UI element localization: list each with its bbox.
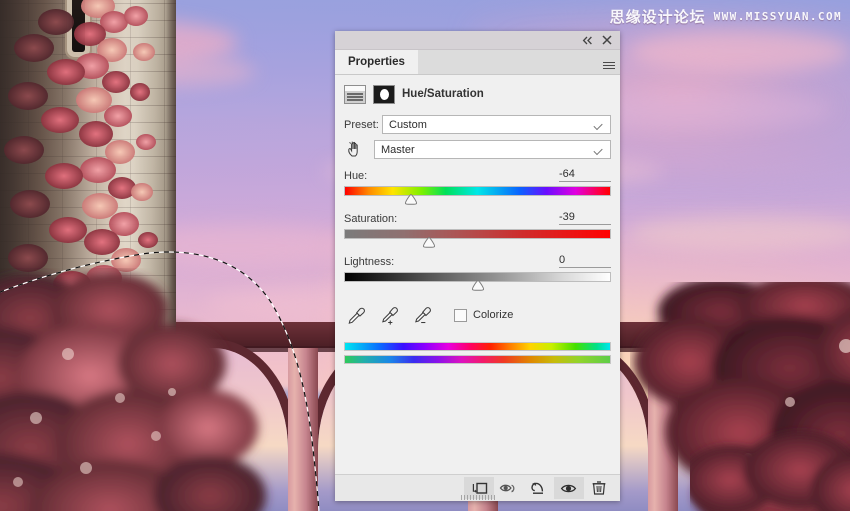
panel-body: Hue/Saturation Preset: Custom Master Hue… xyxy=(335,75,620,474)
tab-properties[interactable]: Properties xyxy=(335,50,418,74)
toggle-layer-visibility-icon[interactable] xyxy=(554,477,584,499)
red-foliage-tree-left xyxy=(0,272,266,511)
channel-value: Master xyxy=(381,143,415,156)
view-previous-state-icon[interactable] xyxy=(494,477,524,499)
eyedropper-icon[interactable] xyxy=(347,306,366,325)
collapse-icon[interactable] xyxy=(580,34,594,47)
panel-tabstrip: Properties xyxy=(335,50,620,75)
hue-slider-head: Hue: -64 xyxy=(344,168,611,182)
lightness-label: Lightness: xyxy=(344,256,395,268)
screenshot-root: 思缘设计论坛 WWW.MISSYUAN.COM Properties Hue/S… xyxy=(0,0,850,511)
lightness-slider-thumb[interactable] xyxy=(471,280,485,291)
saturation-track[interactable] xyxy=(344,229,611,239)
colorize-checkbox-row[interactable]: Colorize xyxy=(454,308,514,322)
channel-row: Master xyxy=(335,140,620,159)
adjustment-title: Hue/Saturation xyxy=(402,88,484,100)
layer-mask-thumbnail-icon[interactable] xyxy=(373,84,395,104)
watermark: 思缘设计论坛 WWW.MISSYUAN.COM xyxy=(610,6,842,27)
chevron-down-icon xyxy=(593,145,603,155)
channel-dropdown[interactable]: Master xyxy=(374,140,611,159)
on-image-adjust-hand-icon[interactable] xyxy=(344,141,374,158)
color-spectrum-bars xyxy=(335,342,620,364)
hue-slider-block: Hue: -64 xyxy=(335,168,620,205)
saturation-label: Saturation: xyxy=(344,213,398,225)
hue-track-wrap[interactable] xyxy=(344,185,611,205)
lightness-value-field[interactable]: 0 xyxy=(559,254,611,268)
preset-label: Preset: xyxy=(344,118,379,131)
preset-value: Custom xyxy=(389,118,427,131)
saturation-slider-thumb[interactable] xyxy=(422,237,436,248)
hue-track[interactable] xyxy=(344,186,611,196)
saturation-slider-head: Saturation: -39 xyxy=(344,211,611,225)
preset-dropdown[interactable]: Custom xyxy=(382,115,611,134)
before-color-spectrum xyxy=(344,342,611,351)
colorize-checkbox[interactable] xyxy=(454,308,467,322)
tabstrip-filler xyxy=(418,50,598,74)
saturation-slider-block: Saturation: -39 xyxy=(335,211,620,248)
colorize-label: Colorize xyxy=(473,309,514,321)
hamburger-menu-icon[interactable] xyxy=(598,50,620,74)
reset-icon[interactable] xyxy=(524,477,554,499)
tools-row: Colorize xyxy=(335,303,620,327)
watermark-cn: 思缘设计论坛 xyxy=(609,8,706,26)
saturation-value-field[interactable]: -39 xyxy=(559,211,611,225)
cloud xyxy=(629,30,850,72)
watermark-en: WWW.MISSYUAN.COM xyxy=(713,10,842,23)
eyedropper-add-icon[interactable] xyxy=(380,306,399,325)
preset-row: Preset: Custom xyxy=(335,115,620,134)
lightness-track-wrap[interactable] xyxy=(344,271,611,291)
hue-value-field[interactable]: -64 xyxy=(559,168,611,182)
delete-layer-icon[interactable] xyxy=(584,477,614,499)
hue-saturation-adjustment-icon[interactable] xyxy=(344,84,366,104)
properties-panel: Properties Hue/Saturation Preset: Custom xyxy=(335,31,620,501)
hue-label: Hue: xyxy=(344,170,368,182)
adjustment-header: Hue/Saturation xyxy=(335,79,620,109)
panel-empty-area xyxy=(335,364,620,474)
lightness-slider-head: Lightness: 0 xyxy=(344,254,611,268)
close-icon[interactable] xyxy=(600,34,614,47)
panel-titlebar[interactable] xyxy=(335,31,620,50)
chevron-down-icon xyxy=(593,120,603,130)
resize-grip[interactable] xyxy=(460,495,495,500)
eyedropper-subtract-icon[interactable] xyxy=(413,306,432,325)
after-color-spectrum xyxy=(344,355,611,364)
viaduct-pier xyxy=(288,348,318,511)
saturation-track-wrap[interactable] xyxy=(344,228,611,248)
lightness-slider-block: Lightness: 0 xyxy=(335,254,620,291)
hue-slider-thumb[interactable] xyxy=(404,194,418,205)
red-foliage-shrub xyxy=(690,432,850,511)
panel-footer xyxy=(335,474,620,501)
